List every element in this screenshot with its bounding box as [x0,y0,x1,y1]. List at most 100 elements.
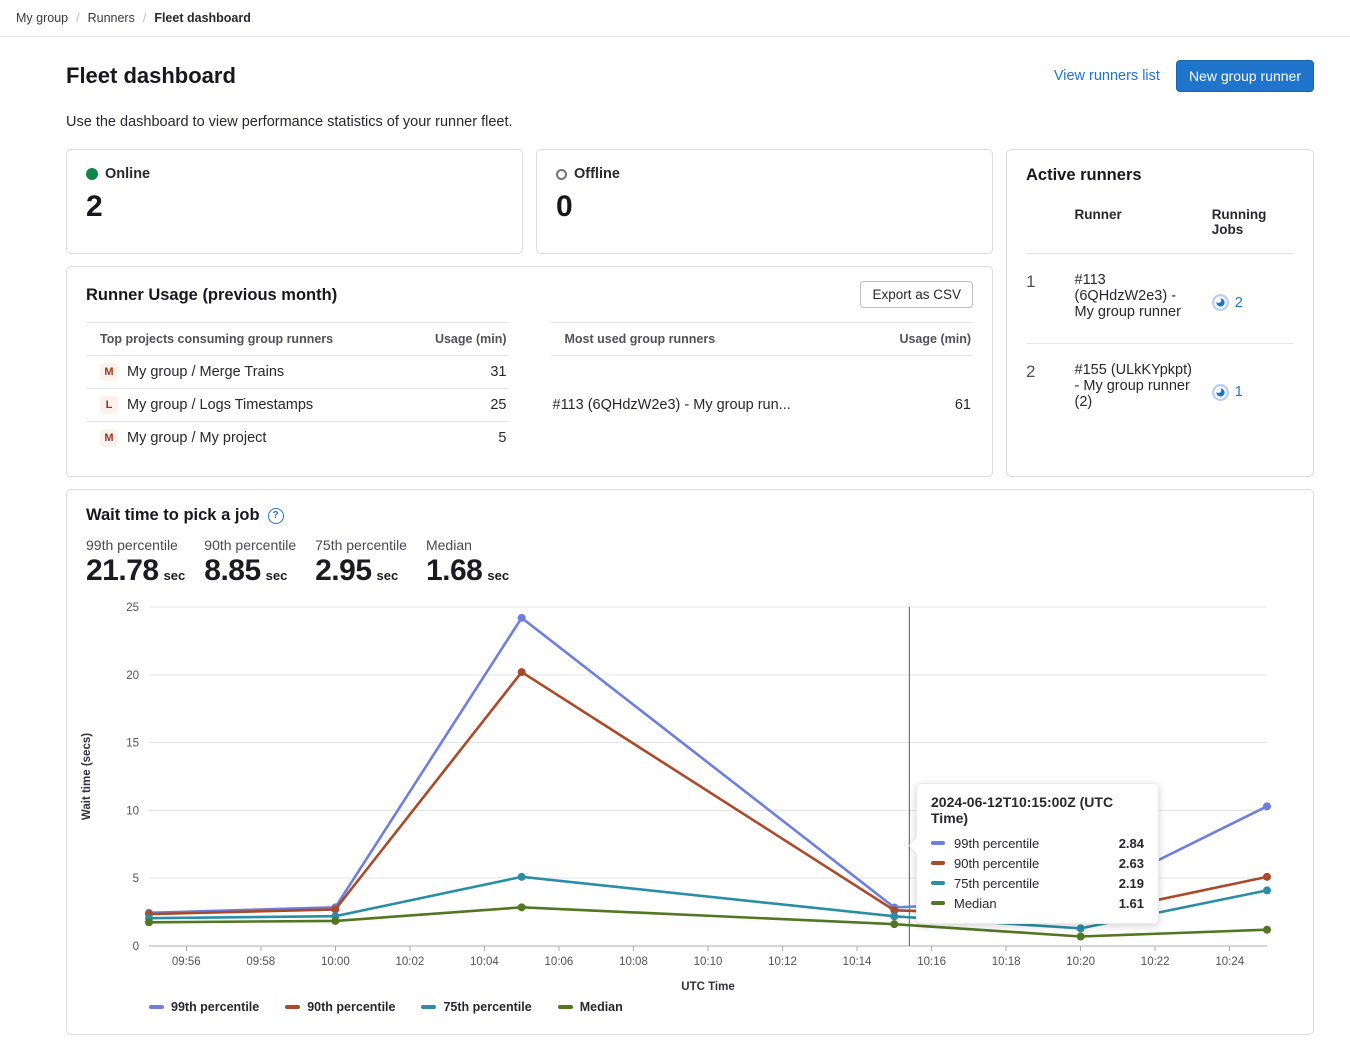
tooltip-row: 90th percentile2.63 [931,853,1144,873]
stat-unit: sec [487,568,509,583]
y-tick-label: 25 [126,602,139,614]
series-swatch-icon [421,1005,436,1010]
x-tick-label: 10:08 [619,956,648,968]
data-point[interactable] [1077,924,1085,932]
series-swatch-icon [931,881,945,885]
x-tick-label: 10:12 [768,956,797,968]
legend-item[interactable]: 90th percentile [285,1000,395,1014]
series-swatch-icon [285,1005,300,1010]
runner-rank: 1 [1026,254,1075,344]
runner-column-header: Runner [1075,199,1212,254]
data-point[interactable] [890,920,898,928]
tooltip-series-value: 2.63 [1119,856,1144,871]
series-swatch-icon [558,1005,573,1010]
data-point[interactable] [1263,926,1271,934]
data-point[interactable] [890,912,898,920]
y-axis-title: Wait time (secs) [81,733,93,820]
project-avatar: L [100,396,118,414]
y-tick-label: 5 [133,873,139,885]
x-tick-label: 10:00 [321,956,350,968]
legend-item[interactable]: 75th percentile [421,1000,531,1014]
running-status-icon [1212,384,1229,401]
stat-unit: sec [266,568,288,583]
page-title: Fleet dashboard [66,63,236,89]
running-jobs-column-header: Running Jobs [1212,199,1294,254]
tooltip-series-value: 2.84 [1119,836,1144,851]
stat-label: 75th percentile [315,537,407,553]
legend-label: Median [580,1000,623,1014]
tooltip-series-value: 2.19 [1119,876,1144,891]
chart-tooltip: 2024-06-12T10:15:00Z (UTC Time) 99th per… [916,783,1159,924]
online-status-icon [86,168,98,180]
wait-time-title: Wait time to pick a job [86,506,260,525]
table-row: #113 (6QHdzW2e3) - My group run... 61 [551,356,974,455]
tooltip-series-value: 1.61 [1119,896,1144,911]
active-runners-table: Runner Running Jobs 1 #113 (6QHdzW2e3) -… [1026,199,1294,432]
breadcrumb-runners[interactable]: Runners [88,11,135,25]
percentile-stats: 99th percentile 21.78 sec 90th percentil… [67,537,1313,588]
active-runners-title: Active runners [1026,166,1294,185]
breadcrumb-my-group[interactable]: My group [16,11,68,25]
data-point[interactable] [1263,873,1271,881]
data-point[interactable] [1263,886,1271,894]
help-icon[interactable]: ? [268,508,284,524]
stat-value: 1.68 [426,554,482,588]
y-tick-label: 15 [126,738,139,750]
page-description: Use the dashboard to view performance st… [66,114,1314,130]
runner-description: #113 (6QHdzW2e3) - My group runner [1075,254,1212,344]
data-point[interactable] [518,614,526,622]
x-tick-label: 10:22 [1141,956,1170,968]
stat-label: 99th percentile [86,537,185,553]
data-point[interactable] [518,873,526,881]
legend-item[interactable]: Median [558,1000,623,1014]
project-name: My group / Logs Timestamps [127,397,313,413]
data-point[interactable] [1263,802,1271,810]
x-tick-label: 10:04 [470,956,499,968]
runner-name: #113 (6QHdzW2e3) - My group run... [551,356,861,455]
stat-99th-percentile: 99th percentile 21.78 sec [86,537,185,588]
offline-count: 0 [556,190,973,224]
view-runners-list-link[interactable]: View runners list [1054,68,1160,84]
x-tick-label: 10:20 [1066,956,1095,968]
active-runners-card: Active runners Runner Running Jobs 1 #11… [1006,149,1314,477]
x-tick-label: 10:16 [917,956,946,968]
running-jobs-count[interactable]: 2 [1235,295,1243,311]
stat-label: 90th percentile [204,537,296,553]
running-status-icon [1212,294,1229,311]
series-swatch-icon [149,1005,164,1010]
data-point[interactable] [518,903,526,911]
data-point[interactable] [331,917,339,925]
online-label: Online [105,166,150,182]
series-swatch-icon [931,841,945,845]
usage-min-header: Usage (min) [861,323,973,356]
runner-usage-title: Runner Usage (previous month) [86,281,337,305]
tooltip-row: 99th percentile2.84 [931,833,1144,853]
x-tick-label: 10:10 [694,956,723,968]
data-point[interactable] [145,918,153,926]
series-swatch-icon [931,861,945,865]
tooltip-series-name: Median [954,896,1119,911]
running-jobs-count[interactable]: 1 [1235,384,1243,400]
stat-75th-percentile: 75th percentile 2.95 sec [315,537,407,588]
data-point[interactable] [518,668,526,676]
most-used-runners-table: Most used group runners Usage (min) #113… [551,322,974,454]
wait-time-chart[interactable]: 051015202509:5609:5810:0010:0210:0410:06… [67,598,1313,979]
stat-value: 8.85 [204,554,260,588]
data-point[interactable] [1077,933,1085,941]
legend-item[interactable]: 99th percentile [149,1000,259,1014]
x-axis-title: UTC Time [149,981,1267,993]
new-group-runner-button[interactable]: New group runner [1176,60,1314,92]
x-tick-label: 09:56 [172,956,201,968]
project-usage: 25 [399,389,509,422]
export-csv-button[interactable]: Export as CSV [860,281,973,308]
table-row: MMy group / My project 5 [86,422,509,455]
runner-usage-value: 61 [861,356,973,455]
x-tick-label: 10:24 [1215,956,1244,968]
x-tick-label: 09:58 [246,956,275,968]
tooltip-row: 75th percentile2.19 [931,873,1144,893]
wait-time-card: Wait time to pick a job ? 99th percentil… [66,489,1314,1035]
project-usage: 31 [399,356,509,389]
active-runner-row: 2 #155 (ULkKYpkpt) - My group runner (2) [1026,343,1294,432]
runner-rank: 2 [1026,343,1075,432]
top-projects-header: Top projects consuming group runners [86,323,399,356]
